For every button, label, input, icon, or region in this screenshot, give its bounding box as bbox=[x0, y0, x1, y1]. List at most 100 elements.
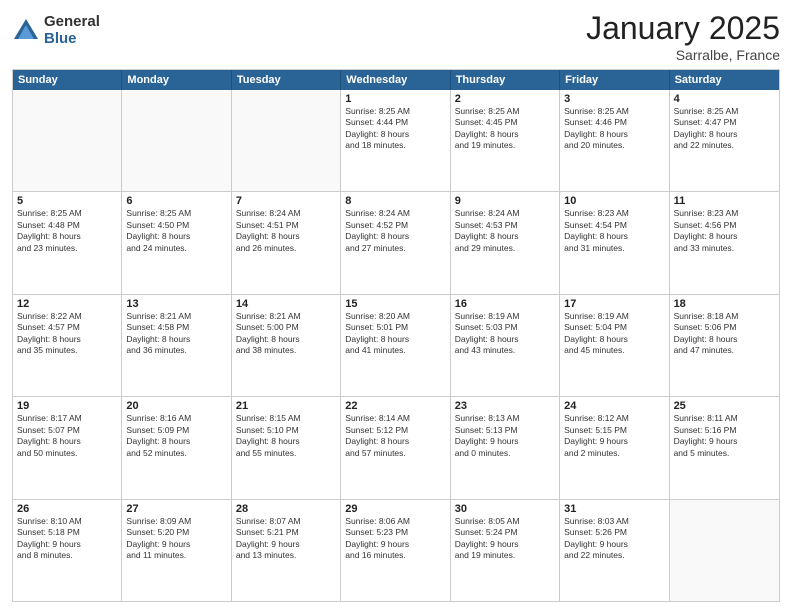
day-info: Sunrise: 8:10 AM Sunset: 5:18 PM Dayligh… bbox=[17, 516, 117, 562]
calendar-cell bbox=[670, 500, 779, 601]
calendar-cell: 14Sunrise: 8:21 AM Sunset: 5:00 PM Dayli… bbox=[232, 295, 341, 396]
calendar-row: 26Sunrise: 8:10 AM Sunset: 5:18 PM Dayli… bbox=[13, 499, 779, 601]
day-info: Sunrise: 8:24 AM Sunset: 4:51 PM Dayligh… bbox=[236, 208, 336, 254]
day-info: Sunrise: 8:15 AM Sunset: 5:10 PM Dayligh… bbox=[236, 413, 336, 459]
day-number: 3 bbox=[564, 93, 664, 105]
day-info: Sunrise: 8:23 AM Sunset: 4:56 PM Dayligh… bbox=[674, 208, 775, 254]
calendar-cell: 20Sunrise: 8:16 AM Sunset: 5:09 PM Dayli… bbox=[122, 397, 231, 498]
calendar-cell: 4Sunrise: 8:25 AM Sunset: 4:47 PM Daylig… bbox=[670, 90, 779, 191]
day-info: Sunrise: 8:16 AM Sunset: 5:09 PM Dayligh… bbox=[126, 413, 226, 459]
logo-icon bbox=[12, 17, 40, 45]
weekday-header: Tuesday bbox=[232, 70, 341, 90]
calendar-cell bbox=[232, 90, 341, 191]
calendar-cell: 31Sunrise: 8:03 AM Sunset: 5:26 PM Dayli… bbox=[560, 500, 669, 601]
calendar-cell: 16Sunrise: 8:19 AM Sunset: 5:03 PM Dayli… bbox=[451, 295, 560, 396]
logo: General Blue bbox=[12, 14, 100, 47]
calendar-cell: 17Sunrise: 8:19 AM Sunset: 5:04 PM Dayli… bbox=[560, 295, 669, 396]
weekday-header: Thursday bbox=[451, 70, 560, 90]
calendar-cell bbox=[13, 90, 122, 191]
calendar-cell: 25Sunrise: 8:11 AM Sunset: 5:16 PM Dayli… bbox=[670, 397, 779, 498]
calendar-cell: 5Sunrise: 8:25 AM Sunset: 4:48 PM Daylig… bbox=[13, 192, 122, 293]
day-number: 21 bbox=[236, 400, 336, 412]
day-number: 14 bbox=[236, 298, 336, 310]
day-number: 24 bbox=[564, 400, 664, 412]
day-number: 9 bbox=[455, 195, 555, 207]
day-info: Sunrise: 8:25 AM Sunset: 4:44 PM Dayligh… bbox=[345, 106, 445, 152]
calendar-row: 19Sunrise: 8:17 AM Sunset: 5:07 PM Dayli… bbox=[13, 396, 779, 498]
day-info: Sunrise: 8:22 AM Sunset: 4:57 PM Dayligh… bbox=[17, 311, 117, 357]
calendar-cell: 15Sunrise: 8:20 AM Sunset: 5:01 PM Dayli… bbox=[341, 295, 450, 396]
day-number: 23 bbox=[455, 400, 555, 412]
calendar-cell: 10Sunrise: 8:23 AM Sunset: 4:54 PM Dayli… bbox=[560, 192, 669, 293]
day-number: 4 bbox=[674, 93, 775, 105]
calendar-cell: 24Sunrise: 8:12 AM Sunset: 5:15 PM Dayli… bbox=[560, 397, 669, 498]
logo-general: General bbox=[44, 14, 100, 31]
day-info: Sunrise: 8:03 AM Sunset: 5:26 PM Dayligh… bbox=[564, 516, 664, 562]
day-info: Sunrise: 8:09 AM Sunset: 5:20 PM Dayligh… bbox=[126, 516, 226, 562]
day-info: Sunrise: 8:18 AM Sunset: 5:06 PM Dayligh… bbox=[674, 311, 775, 357]
day-number: 1 bbox=[345, 93, 445, 105]
calendar-cell: 2Sunrise: 8:25 AM Sunset: 4:45 PM Daylig… bbox=[451, 90, 560, 191]
day-number: 22 bbox=[345, 400, 445, 412]
day-number: 15 bbox=[345, 298, 445, 310]
calendar-cell: 18Sunrise: 8:18 AM Sunset: 5:06 PM Dayli… bbox=[670, 295, 779, 396]
calendar-row: 1Sunrise: 8:25 AM Sunset: 4:44 PM Daylig… bbox=[13, 90, 779, 191]
calendar-row: 12Sunrise: 8:22 AM Sunset: 4:57 PM Dayli… bbox=[13, 294, 779, 396]
logo-blue: Blue bbox=[44, 31, 100, 48]
day-number: 31 bbox=[564, 503, 664, 515]
day-info: Sunrise: 8:21 AM Sunset: 5:00 PM Dayligh… bbox=[236, 311, 336, 357]
day-info: Sunrise: 8:21 AM Sunset: 4:58 PM Dayligh… bbox=[126, 311, 226, 357]
day-info: Sunrise: 8:12 AM Sunset: 5:15 PM Dayligh… bbox=[564, 413, 664, 459]
day-number: 25 bbox=[674, 400, 775, 412]
calendar: SundayMondayTuesdayWednesdayThursdayFrid… bbox=[12, 69, 780, 602]
day-number: 26 bbox=[17, 503, 117, 515]
day-info: Sunrise: 8:07 AM Sunset: 5:21 PM Dayligh… bbox=[236, 516, 336, 562]
title-block: January 2025 Sarralbe, France bbox=[586, 10, 780, 63]
day-number: 20 bbox=[126, 400, 226, 412]
day-number: 27 bbox=[126, 503, 226, 515]
day-info: Sunrise: 8:25 AM Sunset: 4:47 PM Dayligh… bbox=[674, 106, 775, 152]
calendar-cell: 29Sunrise: 8:06 AM Sunset: 5:23 PM Dayli… bbox=[341, 500, 450, 601]
day-info: Sunrise: 8:13 AM Sunset: 5:13 PM Dayligh… bbox=[455, 413, 555, 459]
calendar-cell: 21Sunrise: 8:15 AM Sunset: 5:10 PM Dayli… bbox=[232, 397, 341, 498]
day-info: Sunrise: 8:14 AM Sunset: 5:12 PM Dayligh… bbox=[345, 413, 445, 459]
day-info: Sunrise: 8:24 AM Sunset: 4:52 PM Dayligh… bbox=[345, 208, 445, 254]
day-number: 8 bbox=[345, 195, 445, 207]
calendar-cell: 7Sunrise: 8:24 AM Sunset: 4:51 PM Daylig… bbox=[232, 192, 341, 293]
header: General Blue January 2025 Sarralbe, Fran… bbox=[12, 10, 780, 63]
day-number: 13 bbox=[126, 298, 226, 310]
day-number: 2 bbox=[455, 93, 555, 105]
weekday-header: Saturday bbox=[670, 70, 779, 90]
day-info: Sunrise: 8:06 AM Sunset: 5:23 PM Dayligh… bbox=[345, 516, 445, 562]
calendar-cell bbox=[122, 90, 231, 191]
day-number: 17 bbox=[564, 298, 664, 310]
day-number: 19 bbox=[17, 400, 117, 412]
calendar-cell: 13Sunrise: 8:21 AM Sunset: 4:58 PM Dayli… bbox=[122, 295, 231, 396]
day-number: 6 bbox=[126, 195, 226, 207]
day-number: 29 bbox=[345, 503, 445, 515]
day-info: Sunrise: 8:11 AM Sunset: 5:16 PM Dayligh… bbox=[674, 413, 775, 459]
day-info: Sunrise: 8:17 AM Sunset: 5:07 PM Dayligh… bbox=[17, 413, 117, 459]
day-info: Sunrise: 8:05 AM Sunset: 5:24 PM Dayligh… bbox=[455, 516, 555, 562]
calendar-cell: 28Sunrise: 8:07 AM Sunset: 5:21 PM Dayli… bbox=[232, 500, 341, 601]
calendar-cell: 6Sunrise: 8:25 AM Sunset: 4:50 PM Daylig… bbox=[122, 192, 231, 293]
day-number: 7 bbox=[236, 195, 336, 207]
calendar-cell: 11Sunrise: 8:23 AM Sunset: 4:56 PM Dayli… bbox=[670, 192, 779, 293]
calendar-cell: 8Sunrise: 8:24 AM Sunset: 4:52 PM Daylig… bbox=[341, 192, 450, 293]
day-info: Sunrise: 8:25 AM Sunset: 4:45 PM Dayligh… bbox=[455, 106, 555, 152]
weekday-header: Friday bbox=[560, 70, 669, 90]
day-info: Sunrise: 8:20 AM Sunset: 5:01 PM Dayligh… bbox=[345, 311, 445, 357]
day-info: Sunrise: 8:25 AM Sunset: 4:50 PM Dayligh… bbox=[126, 208, 226, 254]
day-number: 12 bbox=[17, 298, 117, 310]
calendar-cell: 9Sunrise: 8:24 AM Sunset: 4:53 PM Daylig… bbox=[451, 192, 560, 293]
calendar-cell: 3Sunrise: 8:25 AM Sunset: 4:46 PM Daylig… bbox=[560, 90, 669, 191]
day-number: 28 bbox=[236, 503, 336, 515]
day-info: Sunrise: 8:19 AM Sunset: 5:03 PM Dayligh… bbox=[455, 311, 555, 357]
calendar-cell: 26Sunrise: 8:10 AM Sunset: 5:18 PM Dayli… bbox=[13, 500, 122, 601]
logo-text: General Blue bbox=[44, 14, 100, 47]
calendar-cell: 12Sunrise: 8:22 AM Sunset: 4:57 PM Dayli… bbox=[13, 295, 122, 396]
day-info: Sunrise: 8:23 AM Sunset: 4:54 PM Dayligh… bbox=[564, 208, 664, 254]
calendar-cell: 22Sunrise: 8:14 AM Sunset: 5:12 PM Dayli… bbox=[341, 397, 450, 498]
day-number: 16 bbox=[455, 298, 555, 310]
location: Sarralbe, France bbox=[586, 47, 780, 63]
